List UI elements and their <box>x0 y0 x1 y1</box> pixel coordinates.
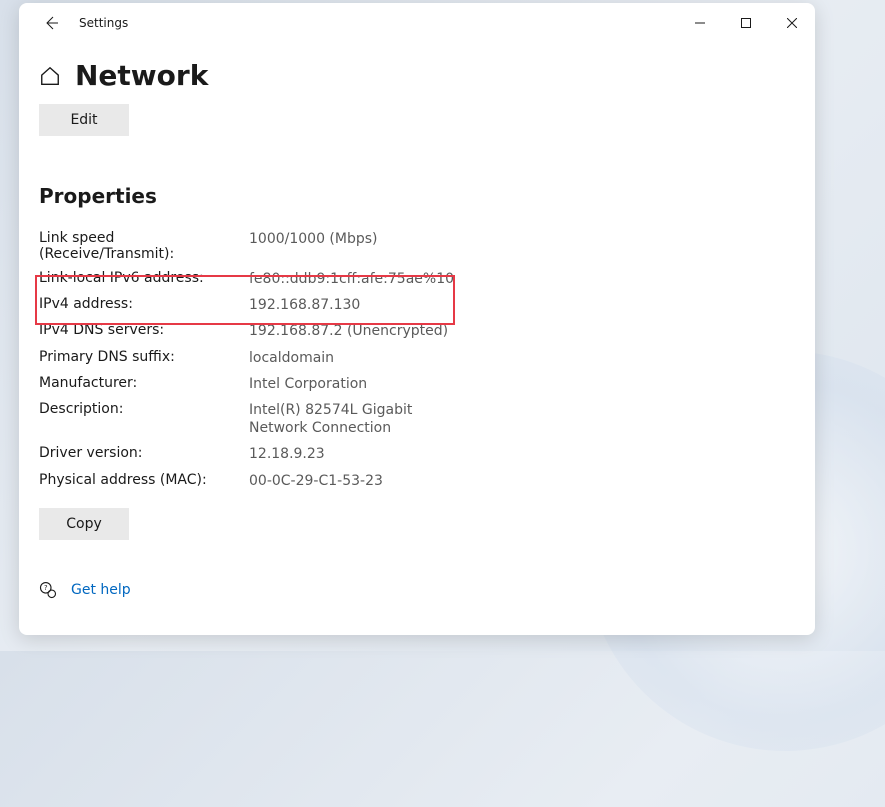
get-help-link[interactable]: Get help <box>71 582 131 598</box>
minimize-icon <box>695 18 705 28</box>
property-row-dns-suffix: Primary DNS suffix: localdomain <box>39 345 795 371</box>
property-label: IPv4 DNS servers: <box>39 322 249 338</box>
property-row-manufacturer: Manufacturer: Intel Corporation <box>39 371 795 397</box>
back-arrow-icon <box>43 15 59 31</box>
property-row-link-speed: Link speed (Receive/Transmit): 1000/1000… <box>39 226 795 266</box>
svg-text:?: ? <box>44 584 48 592</box>
window-title: Settings <box>79 16 128 30</box>
edit-button[interactable]: Edit <box>39 104 129 136</box>
property-value: 192.168.87.130 <box>249 296 360 314</box>
property-row-description: Description: Intel(R) 82574L Gigabit Net… <box>39 397 795 441</box>
property-row-ipv6: Link-local IPv6 address: fe80::ddb9:1cff… <box>39 266 795 292</box>
properties-heading: Properties <box>39 184 795 208</box>
property-label: Description: <box>39 401 249 417</box>
property-value: 12.18.9.23 <box>249 445 325 463</box>
content-area: Network Edit Properties Link speed (Rece… <box>19 43 815 635</box>
property-value: 192.168.87.2 (Unencrypted) <box>249 322 448 340</box>
property-value: 1000/1000 (Mbps) <box>249 230 378 248</box>
property-row-ipv4-address: IPv4 address: 192.168.87.130 <box>39 292 795 318</box>
property-label: Driver version: <box>39 445 249 461</box>
help-icon: ? <box>39 581 57 599</box>
home-icon <box>39 65 61 87</box>
property-label: Manufacturer: <box>39 375 249 391</box>
property-label: Physical address (MAC): <box>39 472 249 488</box>
maximize-button[interactable] <box>723 7 769 39</box>
property-value: Intel(R) 82574L Gigabit Network Connecti… <box>249 401 459 437</box>
help-row: ? Get help <box>39 581 795 615</box>
property-value: Intel Corporation <box>249 375 367 393</box>
copy-button[interactable]: Copy <box>39 508 129 540</box>
properties-table: Link speed (Receive/Transmit): 1000/1000… <box>39 226 795 494</box>
property-value: localdomain <box>249 349 334 367</box>
property-row-driver-version: Driver version: 12.18.9.23 <box>39 441 795 467</box>
property-row-ipv4-dns: IPv4 DNS servers: 192.168.87.2 (Unencryp… <box>39 318 795 344</box>
close-button[interactable] <box>769 7 815 39</box>
property-label: Link speed (Receive/Transmit): <box>39 230 249 262</box>
property-row-mac: Physical address (MAC): 00-0C-29-C1-53-2… <box>39 468 795 494</box>
settings-window: Settings <box>19 3 815 635</box>
window-controls <box>677 7 815 39</box>
property-label: Primary DNS suffix: <box>39 349 249 365</box>
minimize-button[interactable] <box>677 7 723 39</box>
back-button[interactable] <box>31 3 71 43</box>
maximize-icon <box>741 18 751 28</box>
titlebar: Settings <box>19 3 815 43</box>
property-label: IPv4 address: <box>39 296 249 312</box>
property-label: Link-local IPv6 address: <box>39 270 249 286</box>
page-header: Network <box>39 59 795 92</box>
close-icon <box>787 18 797 28</box>
property-value: fe80::ddb9:1cff:afe:75ae%10 <box>249 270 454 288</box>
property-value: 00-0C-29-C1-53-23 <box>249 472 383 490</box>
page-title: Network <box>75 59 208 92</box>
